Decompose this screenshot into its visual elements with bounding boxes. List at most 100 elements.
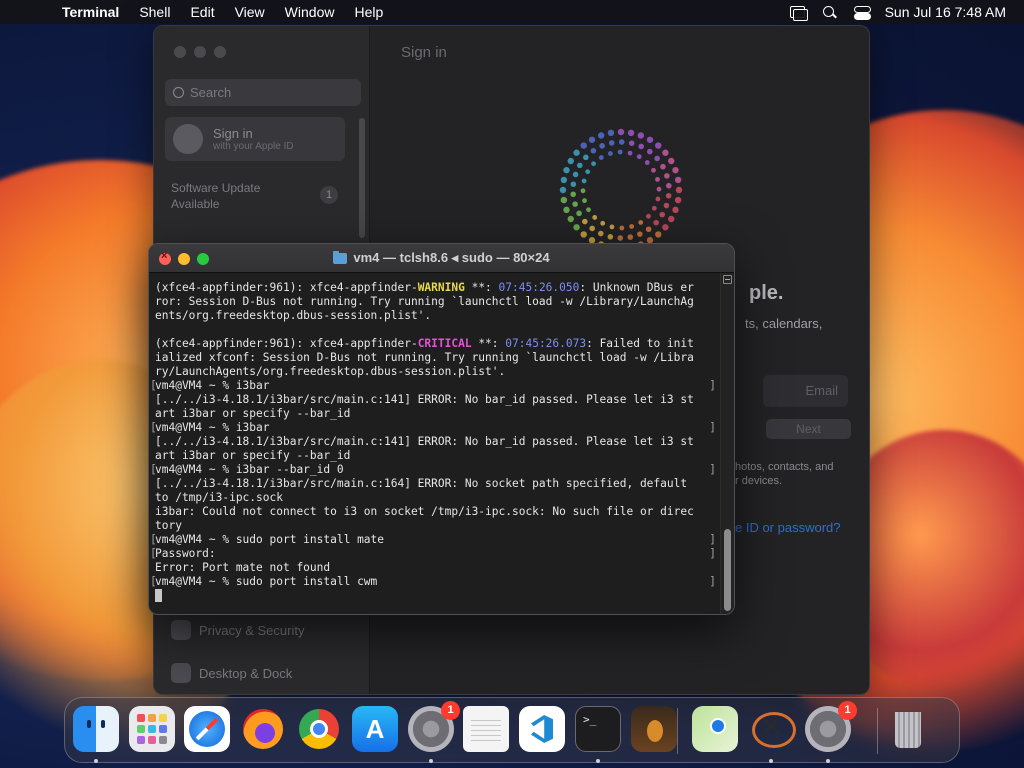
spotlight-search-icon[interactable] xyxy=(821,5,839,19)
menu-view[interactable]: View xyxy=(225,4,275,20)
terminal-text: **: xyxy=(471,337,506,350)
ring-dot xyxy=(617,149,623,155)
terminal-scrollbar[interactable] xyxy=(720,273,734,614)
ring-dot xyxy=(572,171,579,178)
ring-dot xyxy=(629,224,635,229)
close-button[interactable] xyxy=(174,46,186,58)
ring-dot xyxy=(672,206,679,214)
ring-dot xyxy=(599,143,605,149)
ring-dot xyxy=(573,149,580,156)
menu-window[interactable]: Window xyxy=(275,4,345,20)
scrollbar-thumb[interactable] xyxy=(724,529,731,611)
running-indicator xyxy=(826,759,830,763)
launchpad-tile xyxy=(137,725,145,733)
close-button[interactable] xyxy=(159,250,171,265)
next-button[interactable]: Next xyxy=(766,419,851,439)
signin-headline: ple. xyxy=(749,282,784,304)
apple-id-signin-item[interactable]: Sign in with your Apple ID xyxy=(165,117,345,161)
minimize-button[interactable] xyxy=(178,253,190,265)
terminal-line: ents/org.freedesktop.dbus-session.plist'… xyxy=(155,309,720,323)
terminal-output[interactable]: (xfce4-appfinder:961): xfce4-appfinder-W… xyxy=(149,273,720,614)
terminal-line: vm4@VM4 ~ % i3bar --bar_id 0 xyxy=(150,463,720,477)
menu-app-name[interactable]: Terminal xyxy=(52,4,129,20)
ring-dot xyxy=(628,140,635,147)
ring-dot xyxy=(580,142,587,149)
terminal-text: vm4@VM4 ~ % i3bar xyxy=(155,421,270,434)
ring-dot xyxy=(607,151,613,156)
ring-dot xyxy=(583,154,589,161)
ring-dot xyxy=(598,155,604,160)
ring-dot xyxy=(637,132,645,139)
dock-separator xyxy=(877,708,878,754)
ring-dot xyxy=(659,211,665,218)
garageband-icon[interactable] xyxy=(631,706,677,752)
launchpad-tile xyxy=(148,736,156,744)
sidebar-item-desktop-dock[interactable]: Desktop & Dock xyxy=(171,663,292,683)
ring-dot xyxy=(572,201,578,207)
software-update-icon[interactable]: 1 xyxy=(805,701,857,752)
ring-dot xyxy=(563,166,570,174)
ring-dot xyxy=(619,225,625,231)
firefox-icon[interactable] xyxy=(240,706,286,752)
terminal-text: vm4@VM4 ~ % i3bar --bar_id 0 xyxy=(155,463,344,476)
email-field[interactable]: Email xyxy=(763,375,848,407)
hand-icon xyxy=(171,620,191,640)
dock-separator xyxy=(677,708,678,754)
forgot-password-link[interactable]: e ID or password? xyxy=(735,520,841,535)
ring-dot xyxy=(672,166,679,174)
control-center-icon[interactable] xyxy=(853,5,871,20)
ring-dot xyxy=(586,207,591,213)
terminal-icon[interactable] xyxy=(575,706,621,752)
sidebar-item-label: Privacy & Security xyxy=(199,622,305,638)
screen-mirroring-icon[interactable] xyxy=(789,5,808,21)
system-settings-icon[interactable]: 1 xyxy=(408,701,460,752)
xquartz-icon[interactable] xyxy=(748,706,796,752)
terminal-prompt-line[interactable] xyxy=(155,589,720,603)
settings-search-input[interactable]: Search xyxy=(165,79,361,106)
terminal-titlebar[interactable]: vm4 — tclsh8.6 ◂ sudo — 80×24 xyxy=(149,244,734,273)
terminal-text: ents/org.freedesktop.dbus-session.plist'… xyxy=(155,309,432,322)
terminal-text: vm4@VM4 ~ % sudo port install mate xyxy=(155,533,385,546)
vscode-icon[interactable] xyxy=(519,706,565,752)
zoom-button[interactable] xyxy=(197,253,209,265)
scroll-marker-icon[interactable] xyxy=(723,275,732,284)
terminal-line: (xfce4-appfinder:961): xfce4-appfinder-C… xyxy=(155,337,720,351)
terminal-window[interactable]: vm4 — tclsh8.6 ◂ sudo — 80×24 (xfce4-app… xyxy=(148,243,735,615)
app-store-icon[interactable] xyxy=(352,706,398,752)
ring-dot xyxy=(646,136,654,143)
sidebar-scrollbar[interactable] xyxy=(359,118,365,238)
terminal-text: (xfce4-appfinder:961): xfce4-appfinder- xyxy=(155,337,418,350)
menu-bar-clock[interactable]: Sun Jul 16 7:48 AM xyxy=(885,4,1006,20)
menu-help[interactable]: Help xyxy=(344,4,393,20)
maps-icon[interactable] xyxy=(692,706,738,752)
ring-dot xyxy=(674,176,682,184)
terminal-line: vm4@VM4 ~ % i3bar xyxy=(150,379,720,393)
launchpad-icon[interactable] xyxy=(129,706,175,752)
sidebar-item-privacy-security[interactable]: Privacy & Security xyxy=(171,620,304,640)
signin-subtitle: with your Apple ID xyxy=(213,141,294,152)
finder-icon[interactable] xyxy=(73,706,119,752)
ring-dot xyxy=(651,205,657,211)
minimize-button[interactable] xyxy=(194,46,206,58)
software-update-item[interactable]: Software Update Available xyxy=(171,180,260,212)
launchpad-tile xyxy=(148,714,156,722)
signin-description: ts, calendars, xyxy=(745,316,823,331)
textedit-icon[interactable] xyxy=(463,706,509,752)
launchpad-tile xyxy=(137,714,145,722)
zoom-button[interactable] xyxy=(214,46,226,58)
terminal-text: vm4@VM4 ~ % i3bar xyxy=(155,379,270,392)
ring-dot xyxy=(592,215,598,220)
chrome-icon[interactable] xyxy=(296,706,342,752)
trash-icon[interactable] xyxy=(885,706,931,752)
menu-shell[interactable]: Shell xyxy=(129,4,180,20)
notification-badge: 1 xyxy=(838,701,857,720)
ring-dot xyxy=(651,167,656,173)
terminal-line: tory xyxy=(155,519,720,533)
terminal-line: [../../i3-4.18.1/i3bar/src/main.c:141] E… xyxy=(155,393,720,407)
terminal-line: ialized xfconf: Session D-Bus not runnin… xyxy=(155,351,720,365)
ring-dot xyxy=(559,186,567,194)
safari-icon[interactable] xyxy=(184,706,230,752)
terminal-line: i3bar: Could not connect to i3 on socket… xyxy=(155,505,720,519)
menu-edit[interactable]: Edit xyxy=(180,4,224,20)
apple-id-logo-icon xyxy=(559,128,683,252)
